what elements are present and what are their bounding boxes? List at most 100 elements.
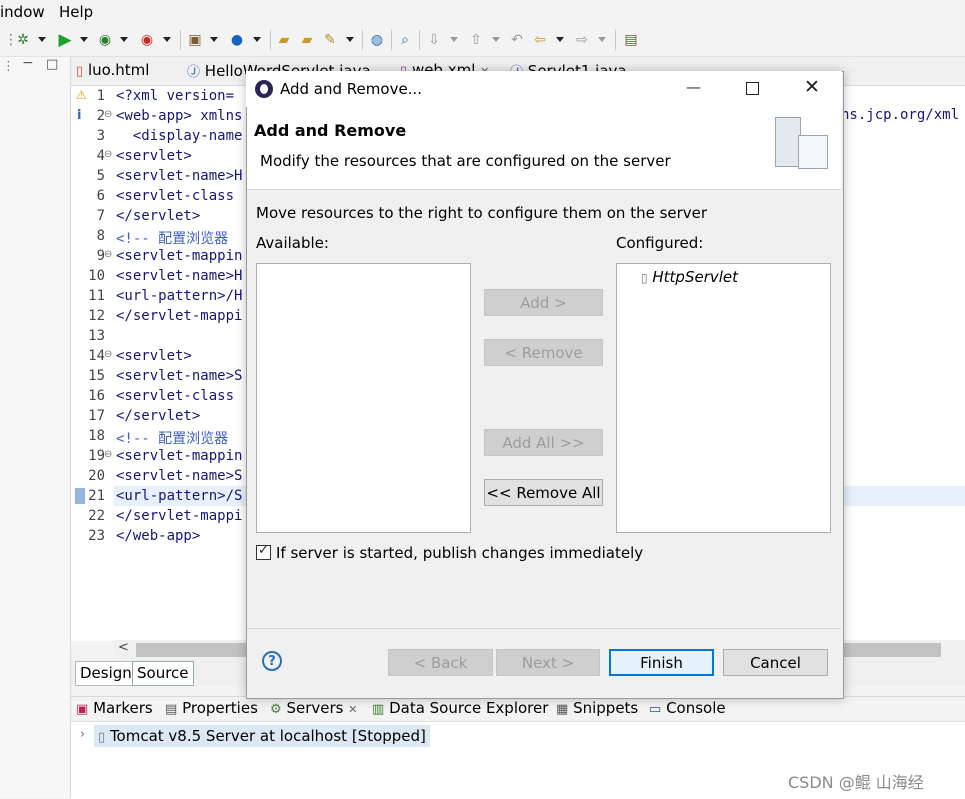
code-line: <servlet-name>H — [116, 168, 243, 184]
fold-icon[interactable]: ⊖ — [104, 149, 112, 160]
tab-label: Properties — [182, 699, 258, 717]
add-button[interactable]: Add > — [484, 289, 603, 316]
dialog-title: Add and Remove... — [280, 80, 422, 98]
fold-icon[interactable]: ⊖ — [104, 109, 112, 120]
scroll-left-icon[interactable]: < — [118, 640, 129, 655]
run-server-icon[interactable]: ◉ — [96, 31, 114, 49]
tab-data-source-explorer[interactable]: ▥ Data Source Explorer — [372, 699, 548, 717]
dialog-footer-divider — [247, 628, 841, 629]
debug-dropdown-icon[interactable] — [38, 37, 46, 42]
close-icon[interactable]: ✕ — [348, 703, 357, 716]
tomcat-server-icon: ▯ — [98, 730, 106, 745]
prev-annotation-dropdown-icon[interactable] — [492, 37, 500, 42]
fold-icon[interactable]: ⊖ — [104, 249, 112, 260]
tab-servers[interactable]: ⚙ Servers ✕ — [270, 699, 357, 717]
maximize-icon[interactable]: □ — [46, 57, 58, 72]
line-number: 23 — [88, 528, 105, 544]
remove-button[interactable]: < Remove — [484, 339, 603, 366]
line-number: 8 — [96, 228, 105, 244]
dialog-header-title: Add and Remove — [254, 121, 407, 140]
publish-checkbox-label[interactable]: If server is started, publish changes im… — [276, 544, 643, 562]
back-button[interactable]: < Back — [388, 649, 493, 676]
tab-design[interactable]: Design — [75, 661, 137, 686]
cancel-button[interactable]: Cancel — [723, 649, 828, 676]
next-annotation-icon[interactable]: ⇩ — [425, 31, 443, 49]
line-number: 16 — [88, 388, 105, 404]
code-line: <url-pattern>/H — [116, 288, 243, 304]
tab-label: Servers — [286, 699, 344, 717]
line-number: 11 — [88, 288, 105, 304]
new-class-dropdown-icon[interactable] — [253, 37, 261, 42]
tab-console[interactable]: ▭ Console — [649, 699, 726, 717]
minimize-icon[interactable]: — — [686, 78, 701, 96]
next-annotation-dropdown-icon[interactable] — [450, 37, 458, 42]
html-file-icon: ▯ — [76, 64, 84, 79]
data-source-icon: ▥ — [372, 702, 385, 717]
globe-icon[interactable]: ◍ — [368, 31, 386, 49]
run-dropdown-icon[interactable] — [80, 37, 88, 42]
open-perspective-icon[interactable]: ▤ — [622, 31, 640, 49]
last-edit-icon[interactable]: ↶ — [508, 31, 526, 49]
remove-all-button[interactable]: << Remove All — [484, 479, 603, 506]
brush-icon[interactable]: ✎ — [321, 31, 339, 49]
checkmark-icon: ✓ — [258, 543, 269, 558]
tab-properties[interactable]: ▤ Properties — [165, 699, 258, 717]
available-list[interactable] — [256, 263, 471, 533]
dialog-header: Add and Remove Modify the resources that… — [247, 107, 841, 190]
tab-markers[interactable]: ▣ Markers — [76, 699, 153, 717]
new-project-icon[interactable]: ▣ — [186, 31, 204, 49]
code-line: <servlet-name>S — [116, 368, 243, 384]
open-type-icon[interactable]: ▰ — [275, 31, 293, 49]
line-number: 12 — [88, 308, 105, 324]
debug-icon[interactable]: ✲ — [14, 31, 32, 49]
code-line: <servlet-name>S — [116, 468, 243, 484]
configured-list[interactable]: ▯ HttpServlet — [616, 263, 831, 533]
dialog-header-subtitle: Modify the resources that are configured… — [260, 152, 671, 170]
next-button[interactable]: Next > — [496, 649, 600, 676]
properties-icon: ▤ — [165, 702, 178, 717]
external-tools-dropdown-icon[interactable] — [163, 37, 171, 42]
line-number: 15 — [88, 368, 105, 384]
prev-annotation-icon[interactable]: ⇧ — [467, 31, 485, 49]
publish-checkbox[interactable]: ✓ — [256, 543, 271, 560]
code-line: </servlet-mappi — [116, 308, 243, 324]
tab-snippets[interactable]: ▦ Snippets — [556, 699, 638, 717]
new-project-dropdown-icon[interactable] — [210, 37, 218, 42]
line-number: 19 — [88, 448, 105, 464]
menu-help[interactable]: Help — [59, 3, 93, 21]
snippets-icon: ▦ — [556, 702, 569, 717]
tab-label: Markers — [93, 699, 153, 717]
back-dropdown-icon[interactable] — [556, 37, 564, 42]
code-line: <?xml version= — [116, 88, 235, 104]
fold-icon[interactable]: ⊖ — [104, 349, 112, 360]
forward-icon[interactable]: ⇨ — [573, 31, 591, 49]
menu-window[interactable]: indow — [0, 3, 45, 21]
external-tools-icon[interactable]: ◉ — [138, 31, 156, 49]
tab-luo-html[interactable]: ▯ luo.html — [76, 61, 149, 79]
search-icon[interactable]: ⌕ — [396, 31, 414, 49]
open-folder-icon[interactable]: ▰ — [298, 31, 316, 49]
finish-button[interactable]: Finish — [609, 649, 714, 676]
code-overflow-text: ns.jcp.org/xml — [841, 107, 960, 123]
brush-dropdown-icon[interactable] — [346, 37, 354, 42]
line-number: 14 — [88, 348, 105, 364]
run-server-dropdown-icon[interactable] — [120, 37, 128, 42]
list-item[interactable]: ▯ HttpServlet — [641, 268, 738, 286]
minimize-icon[interactable]: − — [22, 55, 34, 71]
fold-icon[interactable]: ⊖ — [104, 449, 112, 460]
code-line: <!-- 配置浏览器 — [116, 431, 229, 447]
code-line: <servlet-class — [116, 188, 235, 204]
back-icon[interactable]: ⇦ — [531, 31, 549, 49]
add-all-button[interactable]: Add All >> — [484, 429, 603, 456]
server-row[interactable]: ▯ Tomcat v8.5 Server at localhost [Stopp… — [94, 725, 430, 747]
run-icon[interactable]: ▶ — [56, 31, 74, 49]
forward-dropdown-icon[interactable] — [598, 37, 606, 42]
code-line: </servlet> — [116, 408, 201, 424]
close-icon[interactable]: ✕ — [804, 76, 820, 98]
help-icon[interactable]: ? — [262, 651, 282, 671]
expand-chevron-icon[interactable]: › — [80, 727, 85, 742]
new-class-icon[interactable]: ● — [228, 31, 246, 49]
line-number: 6 — [96, 188, 105, 204]
tab-source[interactable]: Source — [132, 661, 194, 686]
maximize-icon[interactable] — [746, 82, 759, 95]
